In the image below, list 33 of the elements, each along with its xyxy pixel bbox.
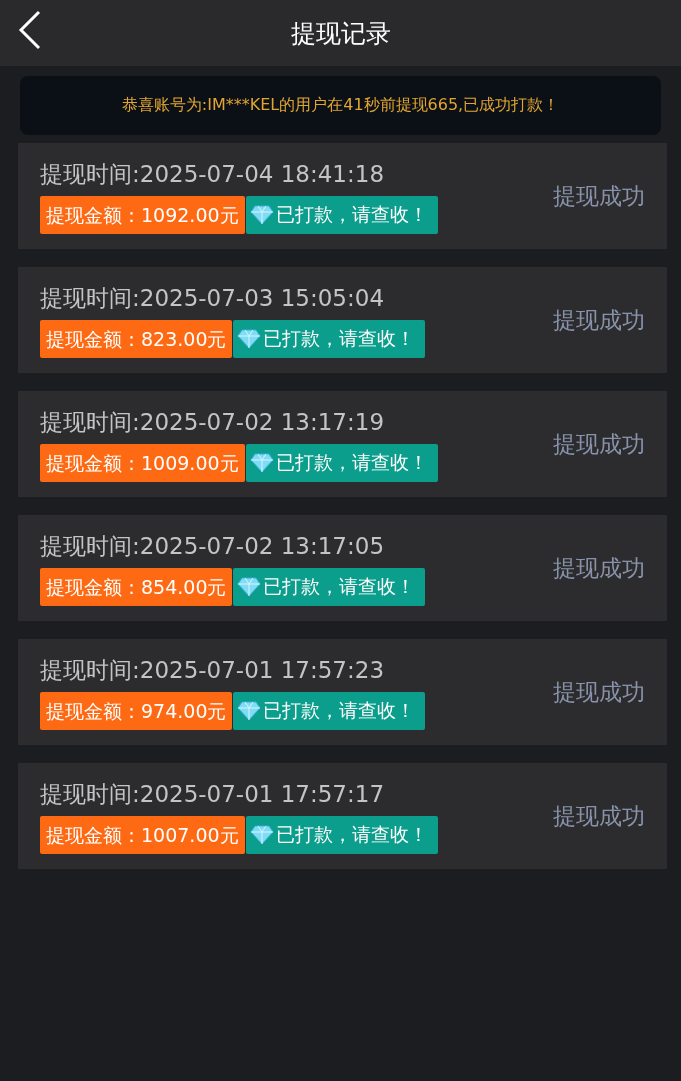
withdraw-time: 提现时间:2025-07-01 17:57:23 bbox=[40, 655, 386, 685]
page-title: 提现记录 bbox=[290, 17, 391, 50]
status-text: 提现成功 bbox=[553, 677, 645, 707]
status-text: 提现成功 bbox=[553, 429, 645, 459]
back-icon[interactable] bbox=[18, 10, 42, 50]
paid-text: 已打款，请查收！ bbox=[275, 821, 428, 847]
diamond-icon bbox=[249, 204, 274, 225]
diamond-icon bbox=[237, 576, 262, 597]
amount-tag: 提现金额：823.00元 bbox=[40, 319, 233, 358]
paid-text: 已打款，请查收！ bbox=[275, 201, 428, 227]
paid-text: 已打款，请查收！ bbox=[263, 325, 416, 351]
diamond-icon bbox=[249, 452, 274, 473]
diamond-icon bbox=[249, 824, 274, 845]
withdraw-time: 提现时间:2025-07-04 18:41:18 bbox=[40, 159, 386, 189]
withdraw-time: 提现时间:2025-07-02 13:17:19 bbox=[40, 407, 386, 437]
paid-text: 已打款，请查收！ bbox=[263, 697, 416, 723]
notice-text: 恭喜账号为:IM***KEL的用户在41秒前提现665,已成功打款！ bbox=[121, 95, 560, 116]
withdraw-time: 提现时间:2025-07-03 15:05:04 bbox=[40, 283, 386, 313]
status-text: 提现成功 bbox=[553, 553, 645, 583]
amount-tag: 提现金额：1009.00元 bbox=[40, 443, 245, 482]
withdraw-time: 提现时间:2025-07-02 13:17:05 bbox=[40, 531, 386, 561]
status-text: 提现成功 bbox=[553, 181, 645, 211]
status-text: 提现成功 bbox=[553, 305, 645, 335]
diamond-icon bbox=[237, 700, 262, 721]
amount-tag: 提现金额：1092.00元 bbox=[40, 195, 245, 234]
paid-text: 已打款，请查收！ bbox=[263, 573, 416, 599]
paid-text: 已打款，请查收！ bbox=[275, 449, 428, 475]
amount-tag: 提现金额：1007.00元 bbox=[40, 815, 245, 854]
amount-tag: 提现金额：854.00元 bbox=[40, 567, 233, 606]
withdraw-time: 提现时间:2025-07-01 17:57:17 bbox=[40, 779, 386, 809]
amount-tag: 提现金额：974.00元 bbox=[40, 691, 233, 730]
diamond-icon bbox=[237, 328, 262, 349]
status-text: 提现成功 bbox=[553, 801, 645, 831]
